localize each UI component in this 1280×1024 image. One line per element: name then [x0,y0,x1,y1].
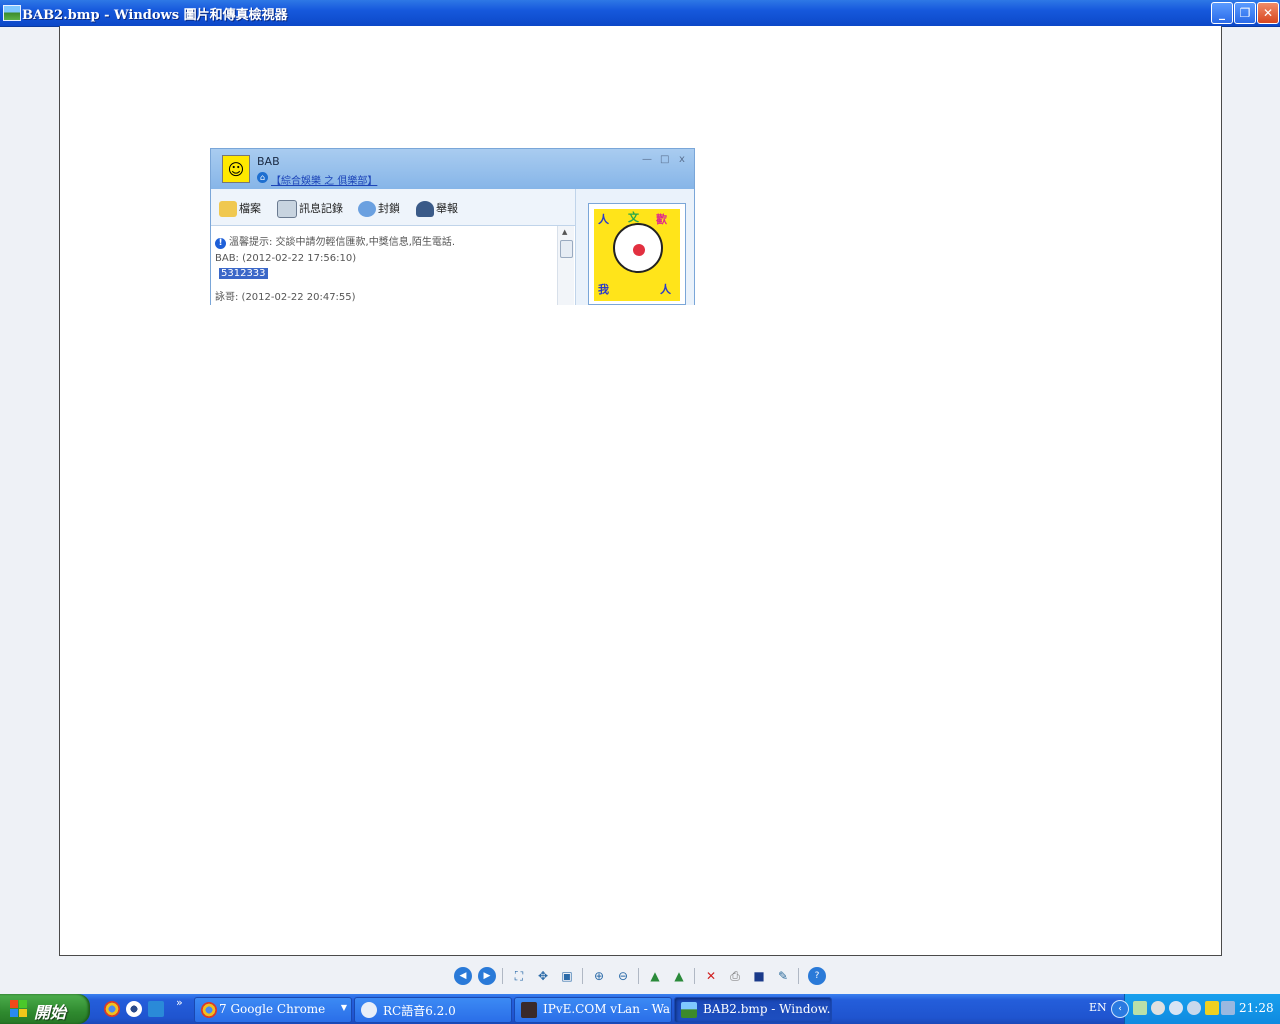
block-tool: 封鎖 [358,200,400,217]
file-icon [219,201,237,217]
title-bar: BAB2.bmp - Windows 圖片和傳真檢視器 _ ❐ ✕ [0,0,1280,27]
steam-icon[interactable] [1151,1001,1165,1015]
chrome-icon [201,1002,217,1018]
clown-face-icon [613,223,663,273]
chat-header: ☺ BAB ⌂ 【綜合娛樂 之 俱樂部】 — □ x [211,149,694,189]
toolbar-divider [638,968,639,984]
toolbar-divider [582,968,583,984]
clock[interactable]: 21:28 [1239,1001,1274,1015]
toolbar-divider [798,968,799,984]
task-ipve-vlan[interactable]: IPvE.COM vLan - Wa... [514,997,672,1023]
restore-button[interactable]: ❐ [1234,2,1256,24]
display-icon[interactable] [1221,1001,1235,1015]
edit-icon[interactable]: ✎ [774,967,792,985]
zoom-in-icon[interactable]: ⊕ [590,967,608,985]
report-tool: 舉報 [416,200,458,217]
next-image-icon[interactable]: ▶ [478,967,496,985]
start-button[interactable]: 開始 [0,994,90,1024]
selected-text: 5312333 [219,268,268,279]
best-fit-icon[interactable]: ⛶ [510,967,528,985]
save-icon[interactable]: ■ [750,967,768,985]
toolbar-divider [694,968,695,984]
media-player-quicklaunch-icon[interactable] [126,1001,142,1017]
language-indicator[interactable]: EN [1089,1001,1107,1014]
viewer-toolbar: ◀ ▶ ⛶ ✥ ▣ ⊕ ⊖ ▲ ▲ ✕ ⎙ ■ ✎ ? [452,965,832,987]
rc-voice-icon [361,1002,377,1018]
message-body: 5312333 [219,268,268,279]
network-icon[interactable] [1133,1001,1147,1015]
windows-flag-icon [10,1000,28,1018]
quicklaunch-more-icon[interactable]: » [176,996,183,1009]
clown-nose [633,244,645,256]
history-tool: 訊息記錄 [277,200,343,218]
system-tray: ‹ 21:28 [1111,994,1280,1024]
actual-size-icon[interactable]: ✥ [534,967,552,985]
rotate-counterclockwise-icon[interactable]: ▲ [670,967,688,985]
game-icon [521,1002,537,1018]
chat-close-icon: x [679,154,685,165]
contact-name: BAB [257,155,280,168]
scroll-up-icon: ▲ [562,228,568,236]
warning-icon[interactable] [1205,1001,1219,1015]
profile-picture: 人 歡 我 人 文 [588,203,686,305]
help-icon[interactable]: ? [808,967,826,985]
group-link: 【綜合娛樂 之 俱樂部】 [271,176,378,187]
displayed-chat-screenshot: ☺ BAB ⌂ 【綜合娛樂 之 俱樂部】 — □ x 檔案 訊息記錄 封鎖 舉報 [210,148,695,305]
clown-avatar-image: 人 歡 我 人 文 [594,209,680,301]
home-icon: ⌂ [257,172,268,183]
delete-icon[interactable]: ✕ [702,967,720,985]
image-canvas: ☺ BAB ⌂ 【綜合娛樂 之 俱樂部】 — □ x 檔案 訊息記錄 封鎖 舉報 [59,26,1222,956]
task-chrome[interactable]: 7 Google Chrome ▼ [194,997,352,1023]
message-header: BAB: (2012-02-22 17:56:10) [215,253,357,264]
chat-maximize-icon: □ [660,154,670,165]
taskbar: 開始 » 7 Google Chrome ▼ RC語音6.2.0 IPvE.CO… [0,994,1280,1024]
print-icon[interactable]: ⎙ [726,967,744,985]
history-icon [277,200,297,218]
task-rc-voice[interactable]: RC語音6.2.0 [354,997,512,1023]
chat-message-area: ! 溫馨提示: 交談中請勿輕信匯款,中獎信息,陌生電話. BAB: (2012-0… [211,226,557,305]
scroll-thumb [560,240,573,258]
task-image-viewer[interactable]: BAB2.bmp - Window... [674,997,832,1023]
contact-avatar-icon: ☺ [222,155,250,183]
start-label: 開始 [34,1003,67,1022]
police-report-icon [416,201,434,217]
previous-image-icon[interactable]: ◀ [454,967,472,985]
show-desktop-icon[interactable] [148,1001,164,1017]
message-header: 詠哥: (2012-02-22 20:47:55) [215,292,356,303]
rc-tray-icon[interactable] [1169,1001,1183,1015]
safety-notice: ! 溫馨提示: 交談中請勿輕信匯款,中獎信息,陌生電話. [215,233,455,249]
rotate-clockwise-icon[interactable]: ▲ [646,967,664,985]
block-user-icon [358,201,376,217]
toolbar-divider [502,968,503,984]
minimize-button[interactable]: _ [1211,2,1233,24]
chat-scrollbar: ▲ [557,226,574,305]
close-button[interactable]: ✕ [1257,2,1279,24]
chrome-quicklaunch-icon[interactable] [104,1001,120,1017]
group-dropdown-icon: ▼ [340,1003,347,1012]
show-hidden-icons-icon[interactable]: ‹ [1111,1000,1129,1018]
image-viewer-icon [681,1002,697,1018]
info-icon: ! [215,238,226,249]
chat-toolbar: 檔案 訊息記錄 封鎖 舉報 [211,189,575,226]
zoom-out-icon[interactable]: ⊖ [614,967,632,985]
rc-tray-icon-2[interactable] [1187,1001,1201,1015]
file-tool: 檔案 [219,200,261,217]
image-viewer-app-icon[interactable] [3,5,21,21]
window-title: BAB2.bmp - Windows 圖片和傳真檢視器 [22,8,288,23]
profile-panel: 人 歡 我 人 文 [575,189,694,305]
chat-minimize-icon: — [642,154,652,165]
slideshow-icon[interactable]: ▣ [558,967,576,985]
